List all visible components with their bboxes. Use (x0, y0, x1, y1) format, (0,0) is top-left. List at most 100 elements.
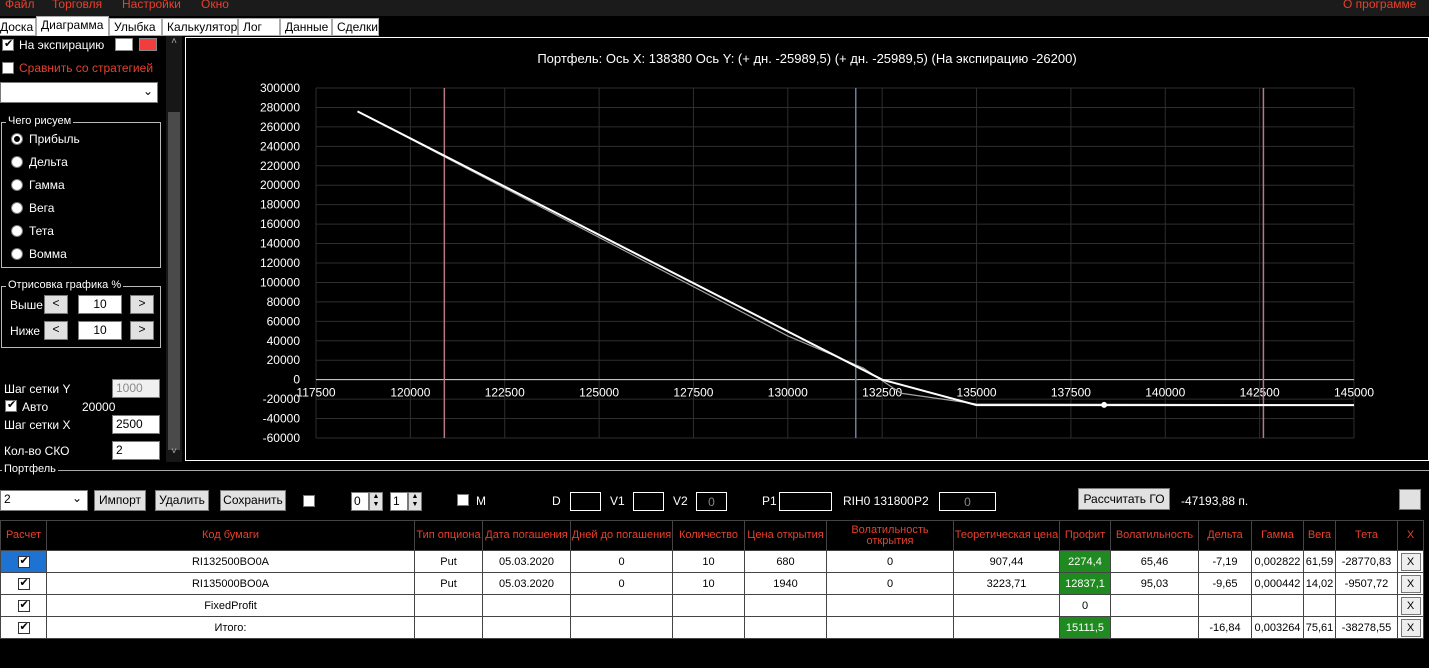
p1-input[interactable] (779, 492, 832, 511)
vol-cell[interactable]: 95,03 (1110, 572, 1199, 595)
code-cell[interactable]: RI132500BO0A (46, 550, 415, 573)
calc-margin-button[interactable]: Рассчитать ГО (1078, 488, 1170, 510)
import-button[interactable]: Импорт (94, 490, 146, 511)
spin1-arrows-icon[interactable]: ▲ ▼ (369, 492, 383, 511)
col-calc[interactable]: Расчет (0, 520, 47, 551)
remove-row-button[interactable]: X (1400, 574, 1421, 593)
p2-input[interactable]: 0 (939, 492, 996, 511)
left-panel-scrollbar[interactable]: ˄ ˅ (166, 36, 182, 462)
price-cell[interactable]: 680 (744, 550, 827, 573)
type-cell[interactable]: Put (414, 550, 483, 573)
vol-open-cell[interactable] (826, 616, 954, 639)
d-input[interactable] (570, 492, 601, 511)
above-increase-button[interactable]: > (130, 295, 154, 314)
col-theo[interactable]: Теоретическая цена (953, 520, 1060, 551)
col-delta[interactable]: Дельта (1198, 520, 1252, 551)
auto-checkbox[interactable] (5, 398, 17, 412)
gamma-cell[interactable]: 0,002822 (1251, 550, 1304, 573)
calc-cell[interactable] (0, 594, 47, 617)
code-cell[interactable]: FixedProfit (46, 594, 415, 617)
strategy-select[interactable]: ⌄ (0, 82, 158, 103)
vol-open-cell[interactable]: 0 (826, 550, 954, 573)
code-cell[interactable]: RI135000BO0A (46, 572, 415, 595)
profit-cell[interactable]: 15111,5 (1059, 616, 1111, 639)
theo-cell[interactable]: 3223,71 (953, 572, 1060, 595)
menu-file[interactable]: Файл (5, 0, 35, 11)
radio-vomma[interactable] (11, 248, 23, 260)
calc-cell[interactable] (0, 616, 47, 639)
profit-cell[interactable]: 0 (1059, 594, 1111, 617)
radio-gamma[interactable] (11, 179, 23, 191)
tab-calculator[interactable]: Калькулятор (162, 18, 238, 36)
vega-cell[interactable]: 61,59 (1303, 550, 1336, 573)
scroll-down-icon[interactable]: ˅ (168, 446, 180, 460)
color-swatch-red[interactable] (139, 38, 157, 51)
calc-checkbox[interactable] (17, 576, 30, 590)
col-profit[interactable]: Профит (1059, 520, 1111, 551)
col-days[interactable]: Дней до погашения (570, 520, 673, 551)
vega-cell[interactable] (1303, 594, 1336, 617)
profit-chart[interactable]: 3000002800002600002400002200002000001800… (186, 38, 1428, 460)
table-row[interactable]: Итого: 15111,5 -16,84 0,003264 75,61 -38… (0, 616, 1424, 639)
spin2-input[interactable]: 1 (390, 492, 408, 511)
col-vega[interactable]: Вега (1303, 520, 1336, 551)
calc-checkbox[interactable] (17, 620, 30, 634)
spin2-arrows-icon[interactable]: ▲ ▼ (408, 492, 422, 511)
above-value-input[interactable]: 10 (78, 295, 122, 314)
remove-row-button[interactable]: X (1400, 618, 1421, 637)
above-decrease-button[interactable]: < (44, 295, 68, 314)
v2-input[interactable]: 0 (696, 492, 727, 511)
calc-cell[interactable] (0, 572, 47, 595)
scroll-thumb[interactable] (168, 112, 180, 450)
theta-cell[interactable]: -38278,55 (1335, 616, 1398, 639)
menu-settings[interactable]: Настройки (122, 0, 181, 11)
vol-cell[interactable]: 65,46 (1110, 550, 1199, 573)
col-code[interactable]: Код бумаги (46, 520, 415, 551)
below-value-input[interactable]: 10 (78, 321, 122, 340)
at-expiration-checkbox[interactable] (2, 37, 14, 51)
scroll-up-icon[interactable]: ˄ (168, 36, 180, 50)
compare-strategy-checkbox[interactable] (2, 62, 14, 74)
remove-row-button[interactable]: X (1400, 552, 1421, 571)
qty-cell[interactable]: 10 (672, 550, 745, 573)
days-cell[interactable] (570, 616, 673, 639)
theo-cell[interactable] (953, 616, 1060, 639)
save-button[interactable]: Сохранить (220, 490, 286, 511)
table-row[interactable]: RI132500BO0A Put 05.03.2020 0 10 680 0 9… (0, 550, 1424, 573)
m-checkbox[interactable] (457, 494, 469, 506)
delta-cell[interactable]: -9,65 (1198, 572, 1252, 595)
col-vol-open[interactable]: Волатильность открытия (826, 520, 954, 551)
grid-x-input[interactable]: 2500 (112, 415, 160, 434)
menu-window[interactable]: Окно (201, 0, 229, 11)
radio-profit[interactable] (11, 133, 23, 145)
type-cell[interactable]: Put (414, 572, 483, 595)
extra-button[interactable] (1399, 489, 1421, 510)
delta-cell[interactable]: -7,19 (1198, 550, 1252, 573)
theta-cell[interactable] (1335, 594, 1398, 617)
color-swatch-white[interactable] (115, 38, 133, 51)
gamma-cell[interactable] (1251, 594, 1304, 617)
tab-deals[interactable]: Сделки (332, 18, 379, 36)
col-theta[interactable]: Тета (1335, 520, 1398, 551)
vol-cell[interactable] (1110, 594, 1199, 617)
col-vol[interactable]: Волатильность (1110, 520, 1199, 551)
vol-open-cell[interactable] (826, 594, 954, 617)
price-cell[interactable]: 1940 (744, 572, 827, 595)
gamma-cell[interactable]: 0,000442 (1251, 572, 1304, 595)
price-cell[interactable] (744, 594, 827, 617)
date-cell[interactable] (482, 594, 571, 617)
tab-board[interactable]: Доска (0, 18, 36, 36)
col-qty[interactable]: Количество (672, 520, 745, 551)
date-cell[interactable]: 05.03.2020 (482, 572, 571, 595)
profit-cell[interactable]: 2274,4 (1059, 550, 1111, 573)
profit-cell[interactable]: 12837,1 (1059, 572, 1111, 595)
below-decrease-button[interactable]: < (44, 321, 68, 340)
vega-cell[interactable]: 14,02 (1303, 572, 1336, 595)
code-cell[interactable]: Итого: (46, 616, 415, 639)
delete-button[interactable]: Удалить (155, 490, 209, 511)
days-cell[interactable]: 0 (570, 550, 673, 573)
days-cell[interactable]: 0 (570, 572, 673, 595)
vega-cell[interactable]: 75,61 (1303, 616, 1336, 639)
col-type[interactable]: Тип опциона (414, 520, 483, 551)
type-cell[interactable] (414, 616, 483, 639)
